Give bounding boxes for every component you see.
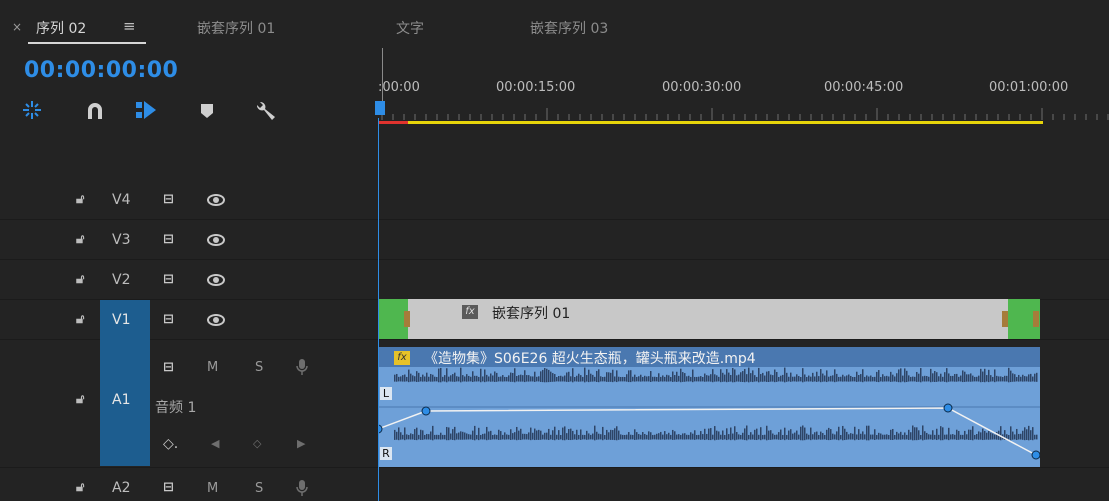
- solo-button[interactable]: S: [255, 360, 263, 375]
- lock-icon[interactable]: 🔓︎: [76, 312, 84, 327]
- close-icon[interactable]: ×: [12, 20, 22, 34]
- track-lane-a2[interactable]: [379, 468, 1109, 501]
- tab-nested-sequence-03[interactable]: 嵌套序列 03: [530, 18, 608, 38]
- wrench-settings-icon[interactable]: [254, 100, 276, 122]
- mute-button[interactable]: M: [207, 481, 218, 496]
- track-lane-v2[interactable]: [379, 260, 1109, 300]
- snap-magnet-icon[interactable]: [86, 102, 104, 120]
- track-header-v4: 🔓︎ V4 ⊟: [0, 180, 378, 220]
- lock-icon[interactable]: 🔓︎: [76, 192, 84, 207]
- track-lane-v3[interactable]: [379, 220, 1109, 260]
- audio-clip[interactable]: fx 《造物集》S06E26 超火生态瓶，罐头瓶来改造.mp4 L R: [378, 347, 1040, 467]
- track-header-a1: 🔓︎ A1 ⊟ M S 音频 1 ◇. ◀ ◇ ▶: [0, 340, 378, 468]
- channel-left-label: L: [380, 387, 392, 400]
- tab-bar: × 序列 02 ≡ 嵌套序列 01 文字 嵌套序列 03: [0, 0, 1109, 50]
- audio-waveform: [378, 367, 1040, 460]
- sync-lock-icon[interactable]: ⊟: [163, 480, 174, 495]
- eye-icon[interactable]: [207, 194, 225, 206]
- track-name-v2[interactable]: V2: [100, 260, 150, 300]
- eye-icon[interactable]: [207, 314, 225, 326]
- solo-button[interactable]: S: [255, 481, 263, 496]
- ruler-label: 00:01:00:00: [989, 80, 1069, 95]
- timeline-blank-area: [379, 125, 1109, 180]
- track-header-v2: 🔓︎ V2 ⊟: [0, 260, 378, 300]
- eye-icon[interactable]: [207, 274, 225, 286]
- track-name-v3[interactable]: V3: [100, 220, 150, 260]
- fx-badge-icon[interactable]: fx: [462, 305, 478, 319]
- ruler-label: 00:00:45:00: [824, 80, 904, 95]
- track-name-v1[interactable]: V1: [100, 300, 150, 340]
- tab-menu-icon[interactable]: ≡: [123, 17, 136, 35]
- channel-right-label: R: [380, 447, 392, 460]
- keyframe-icon[interactable]: [421, 406, 431, 416]
- microphone-icon[interactable]: [296, 479, 308, 497]
- keyframe-toggle-icon[interactable]: ◇.: [163, 436, 178, 452]
- track-header-a2: 🔓︎ A2 ⊟ M S: [0, 468, 378, 501]
- playhead-guide: [382, 48, 383, 103]
- next-keyframe-icon[interactable]: ▶: [297, 437, 305, 450]
- playhead-timecode[interactable]: 00:00:00:00: [24, 58, 178, 83]
- sync-lock-icon[interactable]: ⊟: [163, 232, 174, 247]
- track-header-v1: 🔓︎ V1 ⊟: [0, 300, 378, 340]
- mute-button[interactable]: M: [207, 360, 218, 375]
- render-status-bar: [378, 121, 408, 124]
- playhead-handle[interactable]: [375, 101, 385, 115]
- ruler-ticks: [381, 108, 1109, 120]
- lock-icon[interactable]: 🔓︎: [76, 392, 84, 407]
- clip-out-handle-icon: [1002, 311, 1008, 327]
- keyframe-icon[interactable]: [1031, 450, 1040, 460]
- microphone-icon[interactable]: [296, 358, 308, 376]
- tab-nested-sequence-01[interactable]: 嵌套序列 01: [197, 18, 275, 38]
- sync-lock-icon[interactable]: ⊟: [163, 312, 174, 327]
- previous-keyframe-icon[interactable]: ◀: [211, 437, 219, 450]
- video-clip-nested-sequence-01[interactable]: fx 嵌套序列 01: [378, 299, 1040, 339]
- active-tab-underline: [28, 42, 146, 44]
- work-area-bar[interactable]: [378, 121, 1043, 124]
- track-lane-v4[interactable]: [379, 180, 1109, 220]
- nest-snap-icon[interactable]: [22, 100, 42, 120]
- ruler-label: :00:00: [378, 80, 420, 95]
- track-title-a1[interactable]: 音频 1: [155, 397, 196, 417]
- sync-lock-icon[interactable]: ⊟: [163, 192, 174, 207]
- eye-icon[interactable]: [207, 234, 225, 246]
- keyframe-icon[interactable]: [943, 403, 953, 413]
- tab-text[interactable]: 文字: [396, 18, 424, 38]
- playhead-line[interactable]: [378, 118, 379, 501]
- add-marker-icon[interactable]: [200, 103, 214, 119]
- lock-icon[interactable]: 🔓︎: [76, 232, 84, 247]
- track-name-a1[interactable]: A1: [100, 340, 150, 466]
- linked-selection-icon[interactable]: [135, 100, 157, 120]
- add-keyframe-icon[interactable]: ◇: [253, 437, 261, 450]
- track-name-v4[interactable]: V4: [100, 180, 150, 220]
- track-header-v3: 🔓︎ V3 ⊟: [0, 220, 378, 260]
- tab-sequence-02[interactable]: 序列 02: [36, 18, 86, 38]
- clip-body[interactable]: fx 嵌套序列 01: [408, 299, 1008, 339]
- lock-icon[interactable]: 🔓︎: [76, 480, 84, 495]
- ruler-label: 00:00:30:00: [662, 80, 742, 95]
- clip-in-handle-icon: [404, 311, 410, 327]
- sync-lock-icon[interactable]: ⊟: [163, 360, 174, 375]
- track-name-a2[interactable]: A2: [100, 468, 150, 501]
- lock-icon[interactable]: 🔓︎: [76, 272, 84, 287]
- clip-label: 嵌套序列 01: [492, 306, 571, 322]
- clip-out-handle-icon: [1033, 311, 1039, 327]
- sync-lock-icon[interactable]: ⊟: [163, 272, 174, 287]
- time-ruler[interactable]: :00:00 00:00:15:00 00:00:30:00 00:00:45:…: [378, 50, 1109, 125]
- ruler-label: 00:00:15:00: [496, 80, 576, 95]
